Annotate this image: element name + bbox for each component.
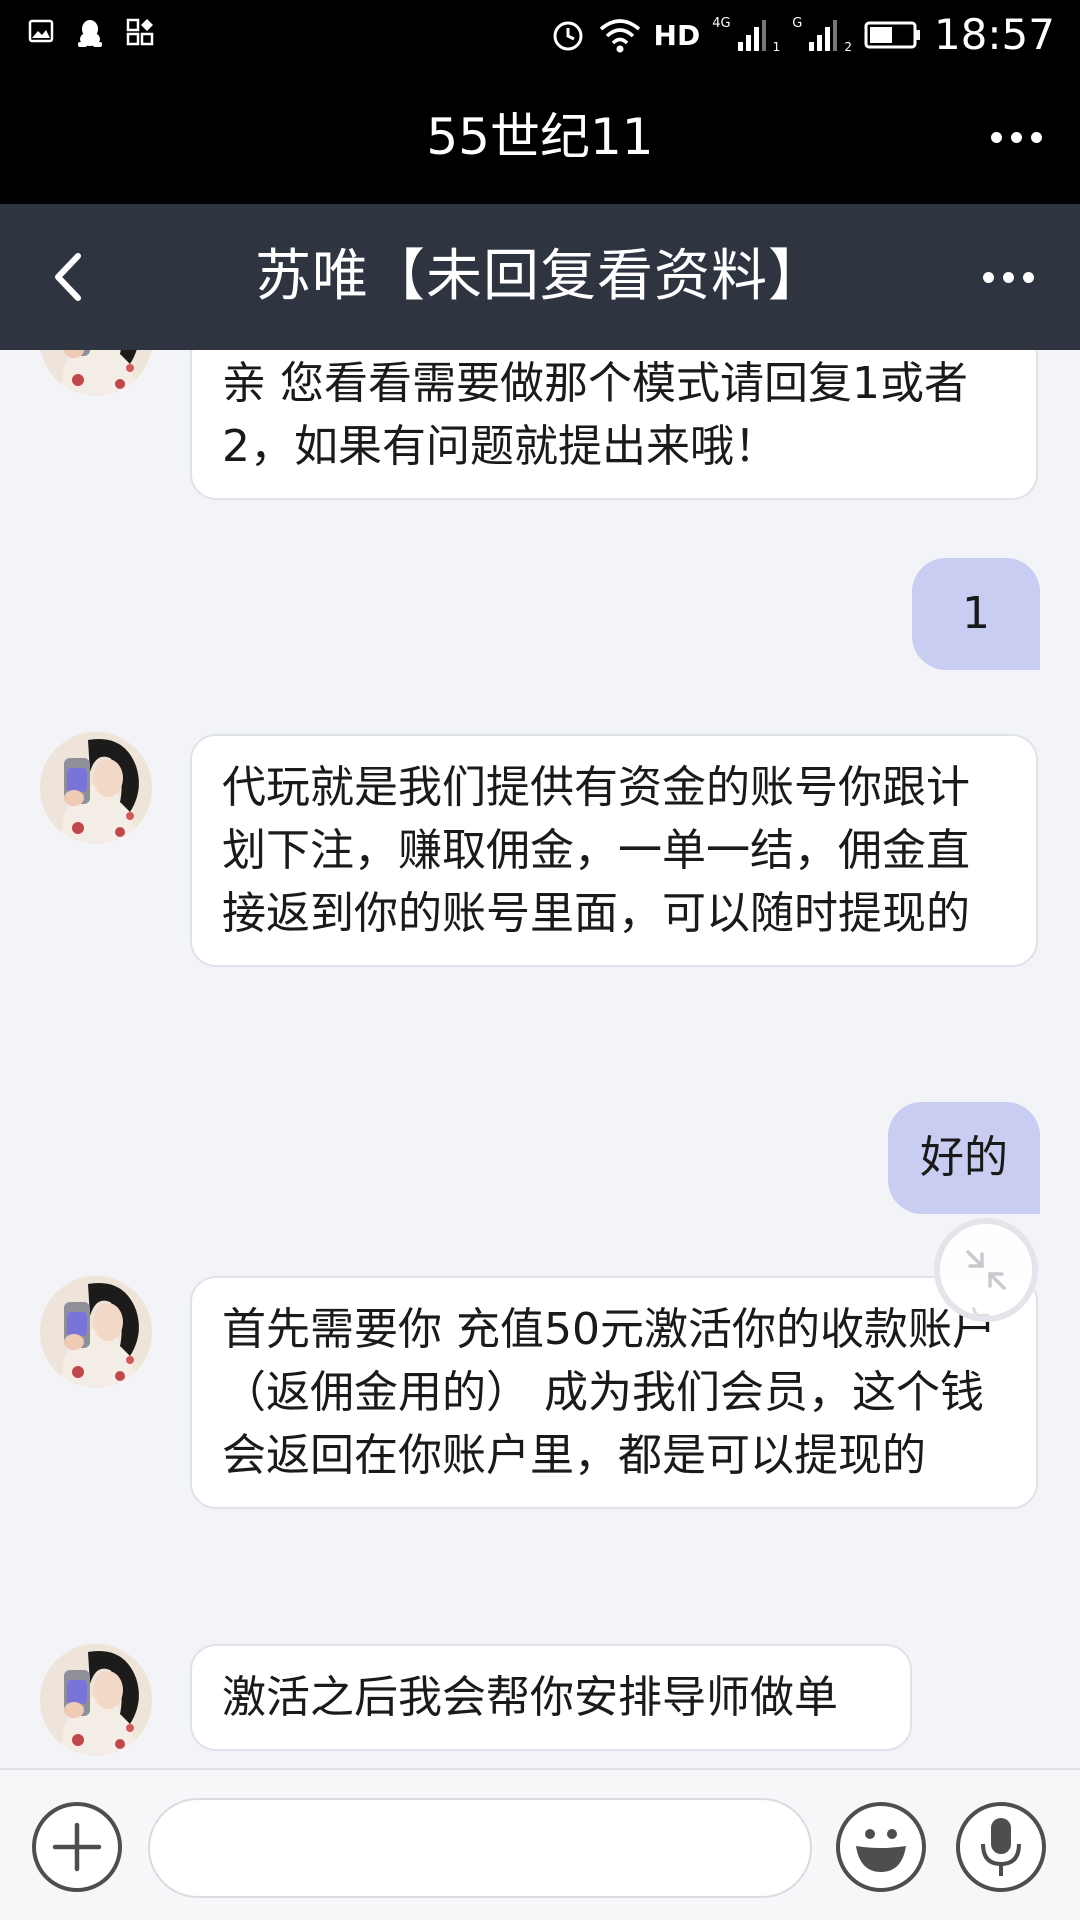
- signal-icon: [737, 20, 766, 51]
- image-icon: [28, 19, 54, 43]
- message-input[interactable]: [148, 1798, 812, 1898]
- sim-slot-2: 2: [844, 40, 852, 54]
- voice-input-button[interactable]: [956, 1802, 1046, 1892]
- contact-avatar[interactable]: [40, 732, 152, 844]
- more-dot-icon: [983, 272, 994, 283]
- emoji-button[interactable]: [836, 1802, 926, 1892]
- avatar-image: [40, 1644, 152, 1756]
- notification-icons: [28, 18, 156, 48]
- contact-avatar[interactable]: [40, 350, 152, 396]
- contact-avatar[interactable]: [40, 1644, 152, 1756]
- microphone-icon: [981, 1818, 1021, 1876]
- incoming-message[interactable]: 激活之后我会帮你安排导师做单: [190, 1644, 912, 1751]
- message-list[interactable]: 亲 您看看需要做那个模式请回复1或者2，如果有问题就提出来哦！ 1 代玩就是我们…: [0, 350, 1080, 1768]
- system-icons: HD 4G 1 G 2 18:57: [550, 10, 1055, 60]
- avatar-image: [40, 732, 152, 844]
- outgoing-message[interactable]: 好的: [888, 1102, 1040, 1214]
- app-title-bar: 55世纪11: [0, 70, 1080, 204]
- plus-icon: [52, 1822, 102, 1872]
- chat-header: 苏唯【未回复看资料】: [0, 204, 1080, 350]
- add-attachment-button[interactable]: [32, 1802, 122, 1892]
- more-dot-icon: [991, 132, 1002, 143]
- apps-icon: [126, 18, 154, 46]
- alarm-icon: [553, 21, 583, 51]
- avatar-image: [40, 350, 152, 396]
- avatar-image: [40, 1276, 152, 1388]
- outgoing-message[interactable]: 1: [912, 558, 1040, 670]
- network-type-1: 4G: [712, 15, 731, 31]
- contact-avatar[interactable]: [40, 1276, 152, 1388]
- chat-more-button[interactable]: [983, 272, 1034, 283]
- input-bar: [0, 1768, 1080, 1920]
- qq-icon: [78, 20, 102, 47]
- incoming-message[interactable]: 首先需要你 充值50元激活你的收款账户（返佣金用的） 成为我们会员，这个钱会返回…: [190, 1276, 1038, 1509]
- smiley-icon: [856, 1829, 906, 1872]
- more-dot-icon: [1031, 132, 1042, 143]
- incoming-message[interactable]: 亲 您看看需要做那个模式请回复1或者2，如果有问题就提出来哦！: [190, 350, 1038, 500]
- more-dot-icon: [1023, 272, 1034, 283]
- status-bar: HD 4G 1 G 2 18:57: [0, 0, 1080, 70]
- signal-icon: [809, 20, 838, 51]
- incoming-message[interactable]: 代玩就是我们提供有资金的账号你跟计划下注，赚取佣金，一单一结，佣金直接返到你的账…: [190, 734, 1038, 967]
- clock: 18:57: [933, 10, 1055, 59]
- more-dot-icon: [1011, 132, 1022, 143]
- hd-indicator: HD: [653, 18, 701, 52]
- sim-slot-1: 1: [772, 40, 781, 54]
- more-dot-icon: [1003, 272, 1014, 283]
- shrink-arrows-icon: [966, 1250, 1006, 1290]
- app-more-button[interactable]: [991, 132, 1042, 143]
- minimize-float-button[interactable]: [934, 1218, 1038, 1322]
- wifi-icon: [599, 19, 640, 53]
- battery-icon: [864, 21, 920, 49]
- network-type-2: G: [792, 15, 803, 31]
- app-title: 55世纪11: [426, 108, 654, 166]
- contact-name: 苏唯【未回复看资料】: [255, 244, 825, 309]
